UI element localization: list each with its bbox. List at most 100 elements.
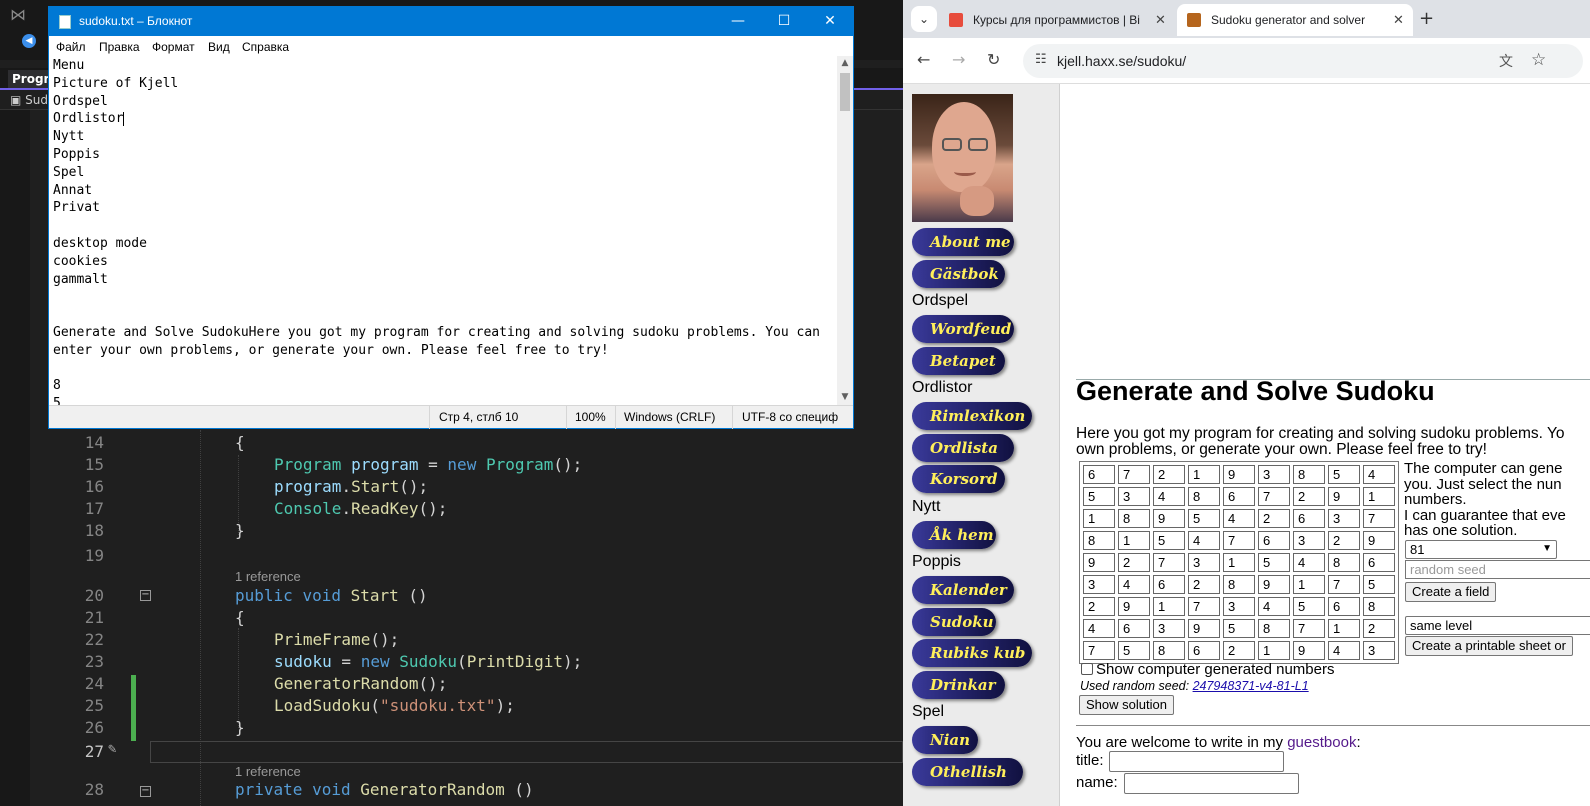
menu-file[interactable]: Файл	[56, 40, 86, 54]
sudoku-cell[interactable]: 2	[1223, 641, 1255, 660]
create-printable-button[interactable]: Create a printable sheet or	[1405, 636, 1573, 656]
guestbook-link[interactable]: guestbook	[1287, 734, 1356, 751]
scroll-up-icon[interactable]: ▲	[837, 56, 853, 71]
sudoku-cell[interactable]: 3	[1153, 619, 1185, 638]
sudoku-cell[interactable]: 4	[1223, 509, 1255, 528]
sudoku-cell[interactable]: 4	[1258, 597, 1290, 616]
sudoku-cell[interactable]: 6	[1223, 487, 1255, 506]
sudoku-cell[interactable]: 7	[1293, 619, 1325, 638]
sudoku-cell[interactable]: 7	[1258, 487, 1290, 506]
sudoku-cell[interactable]: 3	[1083, 575, 1115, 594]
sudoku-cell[interactable]: 8	[1223, 575, 1255, 594]
sudoku-cell[interactable]: 7	[1153, 553, 1185, 572]
sudoku-cell[interactable]: 6	[1188, 641, 1220, 660]
nav-button[interactable]: Nian	[912, 726, 978, 754]
sudoku-cell[interactable]: 1	[1328, 619, 1360, 638]
tab-search-chevron-icon[interactable]: ⌄	[911, 6, 937, 32]
sudoku-cell[interactable]: 5	[1223, 619, 1255, 638]
sudoku-cell[interactable]: 4	[1118, 575, 1150, 594]
sudoku-cell[interactable]: 2	[1293, 487, 1325, 506]
sudoku-cell[interactable]: 4	[1083, 619, 1115, 638]
sudoku-cell[interactable]: 4	[1293, 553, 1325, 572]
sudoku-cell[interactable]: 5	[1188, 509, 1220, 528]
sudoku-cell[interactable]: 6	[1083, 465, 1115, 484]
sudoku-cell[interactable]: 3	[1328, 509, 1360, 528]
scrollbar-thumb[interactable]	[840, 73, 850, 111]
nav-button[interactable]: Åk hem	[912, 520, 996, 549]
sudoku-cell[interactable]: 2	[1328, 531, 1360, 550]
show-solution-button[interactable]: Show solution	[1079, 695, 1174, 715]
sudoku-cell[interactable]: 5	[1153, 531, 1185, 550]
notepad-text-area[interactable]: Menu Picture of Kjell Ordspel Ordlistor …	[49, 56, 837, 405]
sudoku-cell[interactable]: 7	[1118, 465, 1150, 484]
sudoku-cell[interactable]: 4	[1328, 641, 1360, 660]
browser-tab-sudoku[interactable]: Sudoku generator and solver ✕	[1177, 4, 1413, 36]
sudoku-cell[interactable]: 2	[1188, 575, 1220, 594]
sudoku-cell[interactable]: 3	[1223, 597, 1255, 616]
new-tab-icon[interactable]: +	[1419, 8, 1434, 29]
nav-button[interactable]: Drinkar	[912, 670, 1005, 699]
sudoku-cell[interactable]: 1	[1083, 509, 1115, 528]
sudoku-cell[interactable]: 6	[1118, 619, 1150, 638]
address-bar[interactable]: ☷ kjell.haxx.se/sudoku/ 文 ☆	[1023, 44, 1583, 78]
sudoku-cell[interactable]: 5	[1118, 641, 1150, 660]
sudoku-cell[interactable]: 7	[1223, 531, 1255, 550]
sudoku-cell[interactable]: 3	[1118, 487, 1150, 506]
sudoku-cell[interactable]: 8	[1083, 531, 1115, 550]
sudoku-cell[interactable]: 8	[1153, 641, 1185, 660]
sudoku-cell[interactable]: 2	[1258, 509, 1290, 528]
nav-button[interactable]: Rubiks kub	[912, 639, 1032, 667]
nav-button[interactable]: Kalender	[912, 576, 1014, 604]
translate-icon[interactable]: 文	[1499, 51, 1513, 71]
vertical-scrollbar[interactable]: ▲ ▼	[837, 56, 853, 405]
sudoku-cell[interactable]: 9	[1083, 553, 1115, 572]
back-arrow-icon[interactable]: ←	[917, 50, 930, 69]
forward-arrow-icon[interactable]: →	[952, 50, 965, 69]
create-field-button[interactable]: Create a field	[1405, 582, 1497, 602]
sudoku-cell[interactable]: 8	[1258, 619, 1290, 638]
nav-button[interactable]: Sudoku	[912, 607, 996, 636]
sudoku-cell[interactable]: 9	[1188, 619, 1220, 638]
sudoku-cell[interactable]: 3	[1188, 553, 1220, 572]
nav-button[interactable]: Ordlista	[912, 433, 1014, 462]
close-button[interactable]: ✕	[807, 7, 853, 36]
sudoku-cell[interactable]: 2	[1363, 619, 1395, 638]
used-seed-link[interactable]: 247948371-v4-81-L1	[1193, 679, 1309, 693]
sudoku-cell[interactable]: 9	[1363, 531, 1395, 550]
sudoku-cell[interactable]: 8	[1293, 465, 1325, 484]
sudoku-cell[interactable]: 9	[1118, 597, 1150, 616]
sudoku-cell[interactable]: 2	[1153, 465, 1185, 484]
menu-help[interactable]: Справка	[242, 40, 289, 54]
level-select[interactable]: same level	[1405, 616, 1590, 635]
sudoku-cell[interactable]: 2	[1083, 597, 1115, 616]
sudoku-cell[interactable]: 5	[1258, 553, 1290, 572]
number-count-select[interactable]: 81 ▼	[1405, 540, 1557, 559]
sudoku-cell[interactable]: 6	[1293, 509, 1325, 528]
nav-button[interactable]: Betapet	[912, 346, 1005, 375]
minimize-button[interactable]: —	[715, 7, 761, 36]
sudoku-cell[interactable]: 1	[1363, 487, 1395, 506]
codelens-references[interactable]: 1 reference	[235, 764, 301, 779]
sudoku-cell[interactable]: 4	[1188, 531, 1220, 550]
nav-button[interactable]: Wordfeud	[912, 315, 1014, 343]
random-seed-input[interactable]: random seed	[1405, 560, 1590, 579]
reload-icon[interactable]: ↻	[987, 50, 1000, 69]
title-input[interactable]	[1109, 751, 1284, 772]
vs-file-dropdown[interactable]: ▣ Sud	[10, 93, 48, 107]
maximize-button[interactable]: ☐	[761, 7, 807, 36]
site-info-icon[interactable]: ☷	[1035, 52, 1047, 67]
sudoku-cell[interactable]: 9	[1328, 487, 1360, 506]
sudoku-cell[interactable]: 4	[1363, 465, 1395, 484]
sudoku-cell[interactable]: 5	[1083, 487, 1115, 506]
navigate-back-icon[interactable]: ◀	[22, 34, 36, 48]
nav-button[interactable]: Othellish	[912, 757, 1023, 786]
sudoku-cell[interactable]: 7	[1363, 509, 1395, 528]
sudoku-cell[interactable]: 1	[1188, 465, 1220, 484]
sudoku-cell[interactable]: 9	[1223, 465, 1255, 484]
sudoku-cell[interactable]: 8	[1188, 487, 1220, 506]
sudoku-cell[interactable]: 8	[1118, 509, 1150, 528]
sudoku-cell[interactable]: 6	[1363, 553, 1395, 572]
tab-close-icon[interactable]: ✕	[1155, 12, 1166, 28]
sudoku-cell[interactable]: 4	[1153, 487, 1185, 506]
menu-view[interactable]: Вид	[208, 40, 230, 54]
